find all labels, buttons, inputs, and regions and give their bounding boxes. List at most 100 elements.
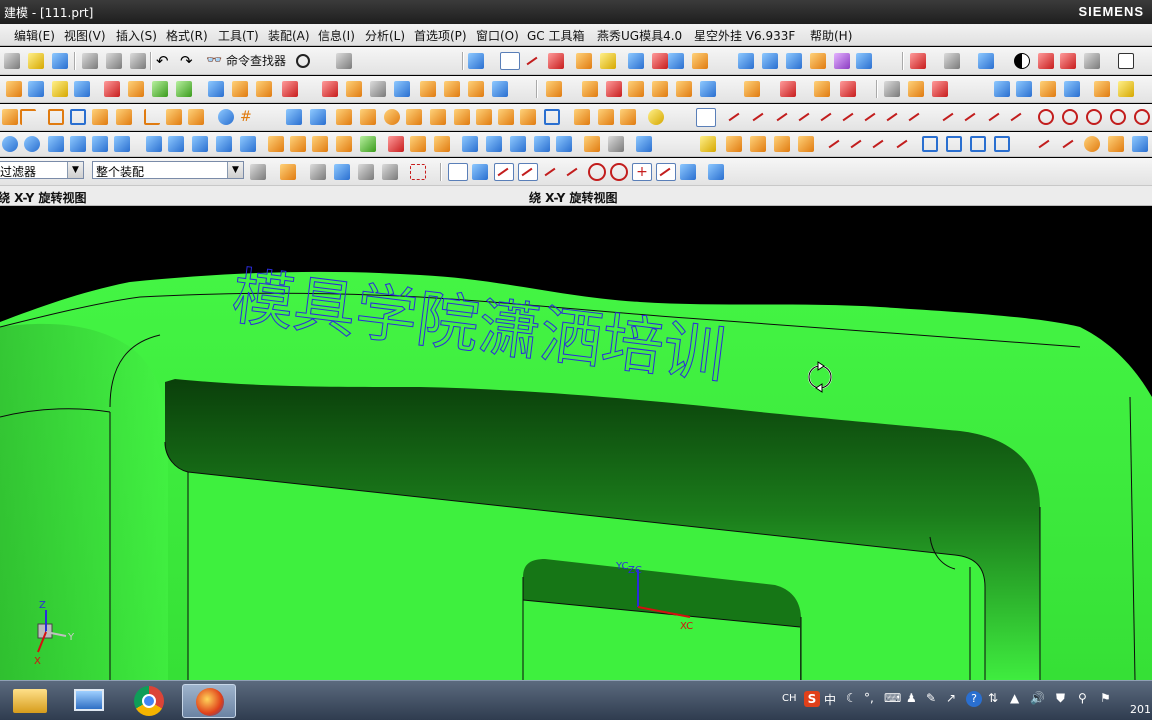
menu-tools[interactable]: 工具(T) — [218, 27, 259, 44]
feature-icon[interactable] — [628, 81, 644, 97]
wrench-icon[interactable]: ✎ — [926, 691, 936, 705]
curve-icon[interactable] — [486, 136, 502, 152]
menu-gc-toolbox[interactable]: GC 工具箱 — [527, 27, 585, 44]
curve-icon[interactable] — [388, 136, 404, 152]
menu-yanxiu-mold[interactable]: 燕秀UG模具4.0 — [597, 27, 682, 44]
select-arrow-icon[interactable] — [500, 52, 520, 70]
chevron-down-icon[interactable]: ▼ — [67, 162, 83, 178]
book-icon[interactable] — [208, 81, 224, 97]
dimension-icon[interactable] — [600, 53, 616, 69]
curve-icon[interactable] — [534, 136, 550, 152]
play-icon[interactable] — [628, 53, 644, 69]
curve-icon[interactable] — [1036, 136, 1052, 152]
curve-icon[interactable] — [70, 136, 86, 152]
feature-icon[interactable] — [744, 81, 760, 97]
curve-icon[interactable] — [826, 136, 842, 152]
clock[interactable]: 201 — [1130, 703, 1151, 716]
quadrant-icon[interactable] — [610, 163, 628, 181]
sketch-icon[interactable] — [92, 109, 108, 125]
chevron-down-icon[interactable]: ▼ — [227, 162, 243, 178]
pin-icon[interactable] — [218, 109, 234, 125]
arc-center-icon[interactable] — [588, 163, 606, 181]
line-icon[interactable] — [840, 109, 856, 125]
feature-icon[interactable] — [104, 81, 120, 97]
surface5-icon[interactable] — [834, 53, 850, 69]
shading-icon[interactable] — [1014, 53, 1030, 69]
selection-icon[interactable] — [358, 164, 374, 180]
menu-preferences[interactable]: 首选项(P) — [414, 27, 467, 44]
line-icon[interactable] — [986, 109, 1002, 125]
snap-line-icon[interactable] — [524, 53, 540, 69]
line-icon[interactable] — [750, 109, 766, 125]
curve-icon[interactable] — [584, 136, 600, 152]
surface2-icon[interactable] — [762, 53, 778, 69]
surface6-icon[interactable] — [856, 53, 872, 69]
sketch-icon[interactable] — [620, 109, 636, 125]
menu-format[interactable]: 格式(R) — [166, 27, 208, 44]
feature-icon[interactable] — [840, 81, 856, 97]
user-icon[interactable]: ♟ — [906, 691, 917, 705]
command-finder-button[interactable]: 命令查找器 — [226, 52, 286, 69]
graphics-window[interactable]: 模具学院潇洒培训 YC ZC XC Z Y X — [0, 207, 1152, 680]
sketch-icon[interactable] — [188, 109, 204, 125]
circle-icon[interactable] — [1110, 109, 1126, 125]
feature-icon[interactable] — [128, 81, 144, 97]
curve-icon[interactable] — [556, 136, 572, 152]
feature-icon[interactable] — [814, 81, 830, 97]
keyboard-icon[interactable]: ⌨ — [884, 691, 901, 705]
curve-icon[interactable] — [192, 136, 208, 152]
curve-icon[interactable] — [726, 136, 742, 152]
box2-icon[interactable] — [1060, 53, 1076, 69]
line-icon[interactable] — [962, 109, 978, 125]
moon-icon[interactable]: ☾ — [846, 691, 857, 705]
sketch-icon[interactable] — [476, 109, 492, 125]
selection-icon[interactable] — [280, 164, 296, 180]
language-indicator[interactable]: CH — [782, 693, 797, 704]
feature-icon[interactable] — [6, 81, 22, 97]
control-point-icon[interactable] — [542, 164, 558, 180]
feature-icon[interactable] — [606, 81, 622, 97]
feature-icon[interactable] — [932, 81, 948, 97]
computer-taskbar-button[interactable] — [62, 684, 116, 718]
circle-icon[interactable] — [1134, 109, 1150, 125]
network-icon[interactable]: ⚑ — [1100, 691, 1111, 705]
line-icon[interactable] — [862, 109, 878, 125]
feature-icon[interactable] — [884, 81, 900, 97]
sketch-icon[interactable] — [360, 109, 376, 125]
nx-taskbar-button[interactable] — [182, 684, 236, 718]
touch-mode-icon[interactable] — [336, 53, 352, 69]
pattern-icon[interactable] — [310, 109, 326, 125]
sketch-icon[interactable] — [406, 109, 422, 125]
model-canvas[interactable]: 模具学院潇洒培训 YC ZC XC Z Y X — [0, 207, 1152, 680]
curve-icon[interactable] — [240, 136, 256, 152]
curve-icon[interactable] — [48, 136, 64, 152]
midpoint-icon[interactable] — [518, 163, 538, 181]
line-icon[interactable] — [906, 109, 922, 125]
measure-icon[interactable] — [668, 53, 684, 69]
link-icon[interactable]: ↗ — [946, 691, 956, 705]
feature-icon[interactable] — [676, 81, 692, 97]
curve-icon[interactable] — [750, 136, 766, 152]
punctuation-icon[interactable]: °, — [864, 691, 874, 705]
help-icon[interactable]: ? — [966, 691, 982, 707]
brush-icon[interactable] — [692, 53, 708, 69]
surface4-icon[interactable] — [810, 53, 826, 69]
curve-icon[interactable] — [798, 136, 814, 152]
feature-icon[interactable] — [52, 81, 68, 97]
feature-icon[interactable] — [1040, 81, 1056, 97]
sketch-icon[interactable] — [520, 109, 536, 125]
new-file-icon[interactable] — [4, 53, 20, 69]
render-icon[interactable] — [978, 53, 994, 69]
curve-icon[interactable] — [970, 136, 986, 152]
curve-icon[interactable] — [870, 136, 886, 152]
circle-icon[interactable] — [1038, 109, 1054, 125]
curve-icon[interactable] — [312, 136, 328, 152]
layer-icon[interactable] — [910, 53, 926, 69]
menu-insert[interactable]: 插入(S) — [116, 27, 157, 44]
box-icon[interactable] — [1038, 53, 1054, 69]
curve-icon[interactable] — [168, 136, 184, 152]
intersection-icon[interactable] — [564, 164, 580, 180]
feature-icon[interactable] — [420, 81, 436, 97]
curve-icon[interactable] — [922, 136, 938, 152]
curve-icon[interactable] — [848, 136, 864, 152]
